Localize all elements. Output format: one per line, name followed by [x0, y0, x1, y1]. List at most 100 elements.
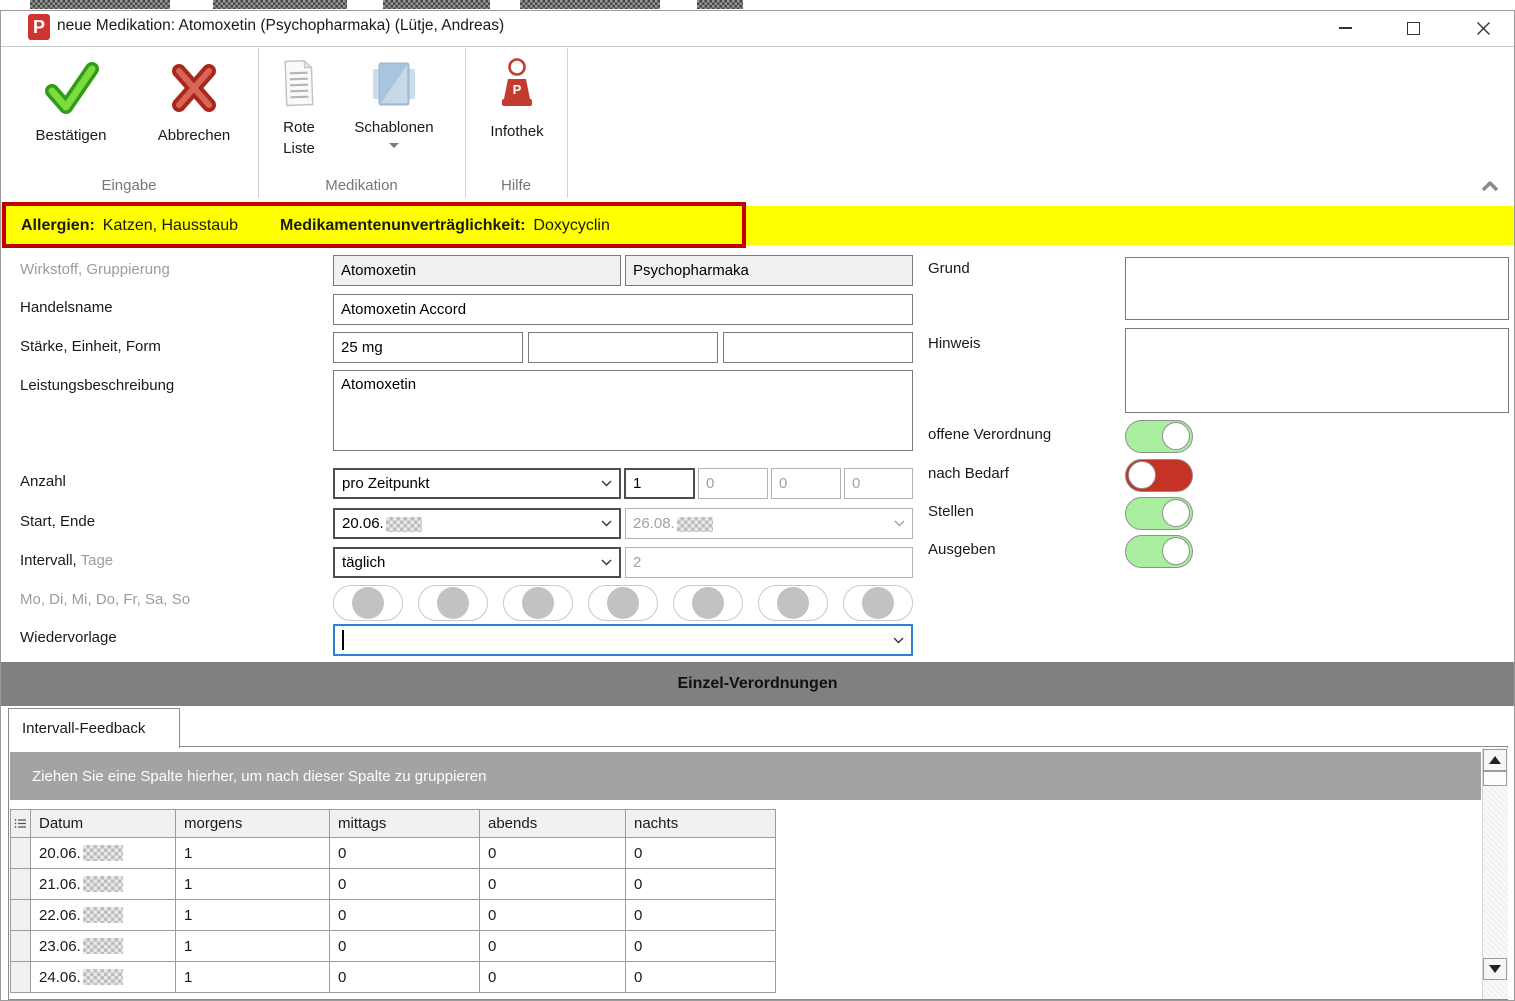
staerke-field[interactable]: 25 mg — [333, 332, 523, 363]
nach-bedarf-toggle[interactable] — [1125, 459, 1193, 492]
weekday-toggle-mi[interactable] — [503, 585, 573, 621]
form-field[interactable] — [723, 332, 913, 363]
confirm-button[interactable]: Bestätigen — [20, 57, 122, 146]
offene-verordnung-toggle[interactable] — [1125, 420, 1193, 453]
wirkstoff-field[interactable]: Atomoxetin — [333, 255, 621, 286]
cell-datum[interactable]: 22.06. — [31, 900, 176, 931]
app-logo-icon: P — [28, 14, 50, 40]
anzahl-mode-dropdown[interactable]: pro Zeitpunkt — [333, 468, 621, 499]
scrollbar-thumb[interactable] — [1483, 771, 1507, 786]
cell-abends[interactable]: 0 — [480, 931, 626, 962]
start-date-dropdown[interactable]: 20.06. — [333, 508, 621, 539]
leistung-textarea[interactable]: Atomoxetin — [333, 370, 913, 451]
table-row[interactable]: 24.06. 1 0 0 0 — [10, 962, 777, 993]
table-row[interactable]: 21.06. 1 0 0 0 — [10, 869, 777, 900]
staerke-label: Stärke, Einheit, Form — [20, 338, 161, 355]
redacted-year — [83, 969, 123, 985]
close-button[interactable] — [1460, 10, 1506, 46]
cell-nachts[interactable]: 0 — [626, 962, 776, 993]
collapse-ribbon-button[interactable] — [1476, 176, 1504, 198]
hinweis-textarea[interactable] — [1125, 328, 1509, 413]
cell-datum[interactable]: 21.06. — [31, 869, 176, 900]
anzahl-mittags-field[interactable]: 0 — [698, 468, 768, 499]
cell-mittags[interactable]: 0 — [330, 869, 480, 900]
stellen-toggle[interactable] — [1125, 497, 1193, 530]
text-caret — [342, 630, 344, 650]
cell-abends[interactable]: 0 — [480, 869, 626, 900]
intervall-dropdown[interactable]: täglich — [333, 547, 621, 578]
row-selector[interactable] — [10, 962, 31, 993]
weekday-toggle-sa[interactable] — [758, 585, 828, 621]
weekday-toggle-mo[interactable] — [333, 585, 403, 621]
maximize-button[interactable] — [1390, 10, 1436, 46]
ausgeben-toggle[interactable] — [1125, 535, 1193, 568]
cell-abends[interactable]: 0 — [480, 900, 626, 931]
rote-liste-button[interactable]: Rote Liste — [268, 57, 330, 159]
cell-nachts[interactable]: 0 — [626, 931, 776, 962]
scroll-down-button[interactable] — [1483, 958, 1507, 980]
row-selector[interactable] — [10, 869, 31, 900]
table-row[interactable]: 23.06. 1 0 0 0 — [10, 931, 777, 962]
row-selector[interactable] — [10, 900, 31, 931]
cell-nachts[interactable]: 0 — [626, 900, 776, 931]
cell-nachts[interactable]: 0 — [626, 869, 776, 900]
cell-abends[interactable]: 0 — [480, 962, 626, 993]
group-by-drop-zone[interactable]: Ziehen Sie eine Spalte hierher, um nach … — [10, 752, 1481, 800]
column-header-mittags[interactable]: mittags — [330, 809, 480, 838]
cell-nachts[interactable]: 0 — [626, 838, 776, 869]
weekday-toggle-fr[interactable] — [673, 585, 743, 621]
cell-mittags[interactable]: 0 — [330, 900, 480, 931]
chevron-down-icon — [389, 143, 399, 148]
arrow-down-icon — [1489, 965, 1501, 973]
tab-intervall-feedback[interactable]: Intervall-Feedback — [8, 708, 180, 748]
row-selector[interactable] — [10, 838, 31, 869]
weekday-toggle-so[interactable] — [843, 585, 913, 621]
ende-date-dropdown[interactable]: 26.08. — [625, 508, 913, 539]
gruppierung-field[interactable]: Psychopharmaka — [625, 255, 913, 286]
weekday-toggle-di[interactable] — [418, 585, 488, 621]
column-header-datum[interactable]: Datum — [31, 809, 176, 838]
anzahl-morgens-field[interactable]: 1 — [624, 468, 695, 499]
row-selector-header[interactable] — [10, 809, 31, 838]
cell-morgens[interactable]: 1 — [176, 931, 330, 962]
anzahl-nachts-field[interactable]: 0 — [844, 468, 913, 499]
infothek-button[interactable]: P Infothek — [478, 57, 556, 142]
einheit-field[interactable] — [528, 332, 718, 363]
cell-mittags[interactable]: 0 — [330, 962, 480, 993]
cell-datum[interactable]: 23.06. — [31, 931, 176, 962]
intervall-tage-label: Intervall, Tage — [20, 552, 113, 569]
cell-mittags[interactable]: 0 — [330, 838, 480, 869]
handelsname-label: Handelsname — [20, 299, 113, 316]
cell-mittags[interactable]: 0 — [330, 931, 480, 962]
window-title: neue Medikation: Atomoxetin (Psychopharm… — [57, 17, 504, 35]
cell-morgens[interactable]: 1 — [176, 900, 330, 931]
grund-textarea[interactable] — [1125, 257, 1509, 320]
weekday-toggle-do[interactable] — [588, 585, 658, 621]
anzahl-abends-field[interactable]: 0 — [771, 468, 841, 499]
chevron-up-icon — [1481, 181, 1499, 192]
table-row[interactable]: 22.06. 1 0 0 0 — [10, 900, 777, 931]
cell-datum[interactable]: 20.06. — [31, 838, 176, 869]
handelsname-field[interactable]: Atomoxetin Accord — [333, 294, 913, 325]
tage-field[interactable]: 2 — [625, 547, 913, 578]
column-header-morgens[interactable]: morgens — [176, 809, 330, 838]
scroll-up-button[interactable] — [1483, 749, 1507, 771]
cancel-button[interactable]: Abbrechen — [143, 57, 245, 146]
column-header-abends[interactable]: abends — [480, 809, 626, 838]
titlebar-divider — [1, 46, 1514, 47]
row-selector[interactable] — [10, 931, 31, 962]
wiedervorlage-dropdown[interactable] — [333, 624, 913, 656]
column-header-nachts[interactable]: nachts — [626, 809, 776, 838]
cell-datum[interactable]: 24.06. — [31, 962, 176, 993]
cell-abends[interactable]: 0 — [480, 838, 626, 869]
table-row[interactable]: 20.06. 1 0 0 0 — [10, 838, 777, 869]
list-icon — [14, 817, 27, 830]
minimize-button[interactable] — [1322, 10, 1368, 46]
redacted-year — [677, 517, 713, 532]
cell-morgens[interactable]: 1 — [176, 869, 330, 900]
check-icon — [42, 57, 100, 119]
chevron-down-icon — [601, 480, 612, 487]
schablonen-button[interactable]: Schablonen — [338, 57, 450, 148]
cell-morgens[interactable]: 1 — [176, 962, 330, 993]
cell-morgens[interactable]: 1 — [176, 838, 330, 869]
